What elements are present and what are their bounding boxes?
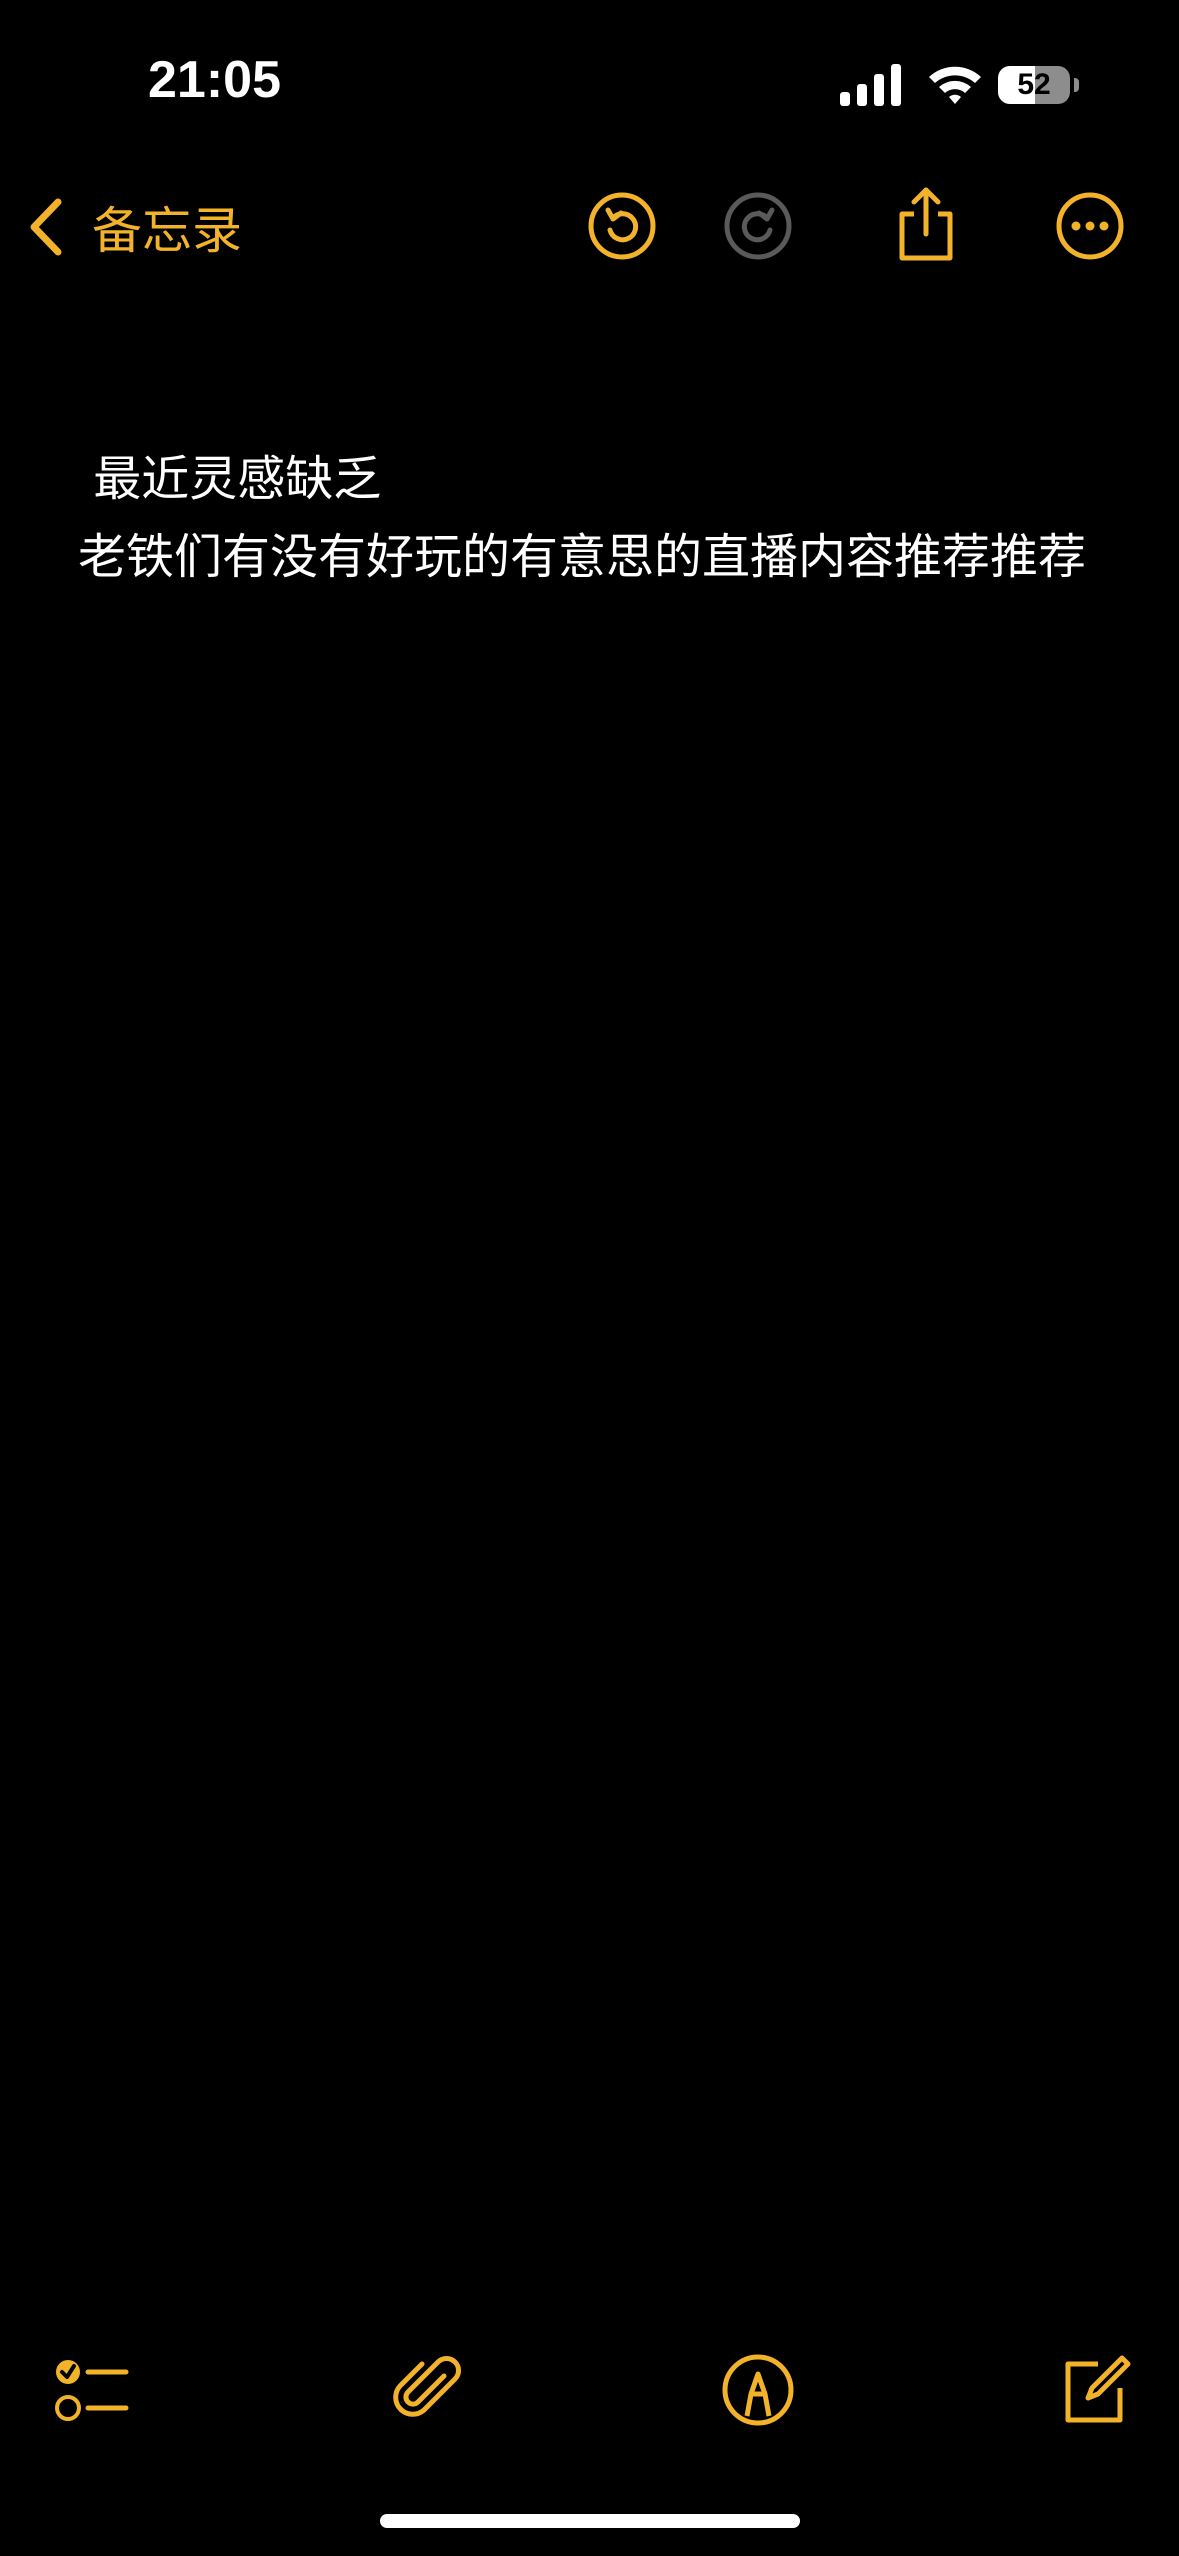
compose-icon[interactable] (1054, 2350, 1134, 2430)
notes-screen: 21:05 52 备忘录 最近灵感缺乏 老铁们有没有好玩的有意思的直播内容推荐推… (0, 0, 1179, 2556)
battery-icon: 52 (998, 66, 1070, 104)
more-icon[interactable] (1054, 190, 1126, 262)
share-icon[interactable] (890, 184, 962, 264)
note-line-2: 老铁们有没有好玩的有意思的直播内容推荐推荐 (78, 529, 1087, 585)
battery-tip (1074, 78, 1079, 92)
wifi-icon (929, 66, 981, 104)
undo-icon[interactable] (586, 190, 658, 262)
back-button-label: 备忘录 (92, 202, 242, 260)
paperclip-icon[interactable] (388, 2350, 468, 2430)
battery-percentage: 52 (1017, 68, 1051, 101)
checklist-icon[interactable] (52, 2350, 132, 2430)
chevron-left-icon (30, 198, 62, 256)
markup-icon[interactable] (718, 2350, 798, 2430)
back-button[interactable]: 备忘录 (24, 192, 242, 262)
status-time: 21:05 (148, 51, 281, 109)
home-indicator[interactable] (380, 2514, 800, 2528)
redo-icon[interactable] (722, 190, 794, 262)
note-line-1: 最近灵感缺乏 (78, 451, 382, 507)
note-body[interactable]: 最近灵感缺乏 老铁们有没有好玩的有意思的直播内容推荐推荐 (78, 440, 1108, 596)
navigation-bar: 备忘录 (0, 180, 1179, 270)
signal-icon (840, 64, 901, 106)
